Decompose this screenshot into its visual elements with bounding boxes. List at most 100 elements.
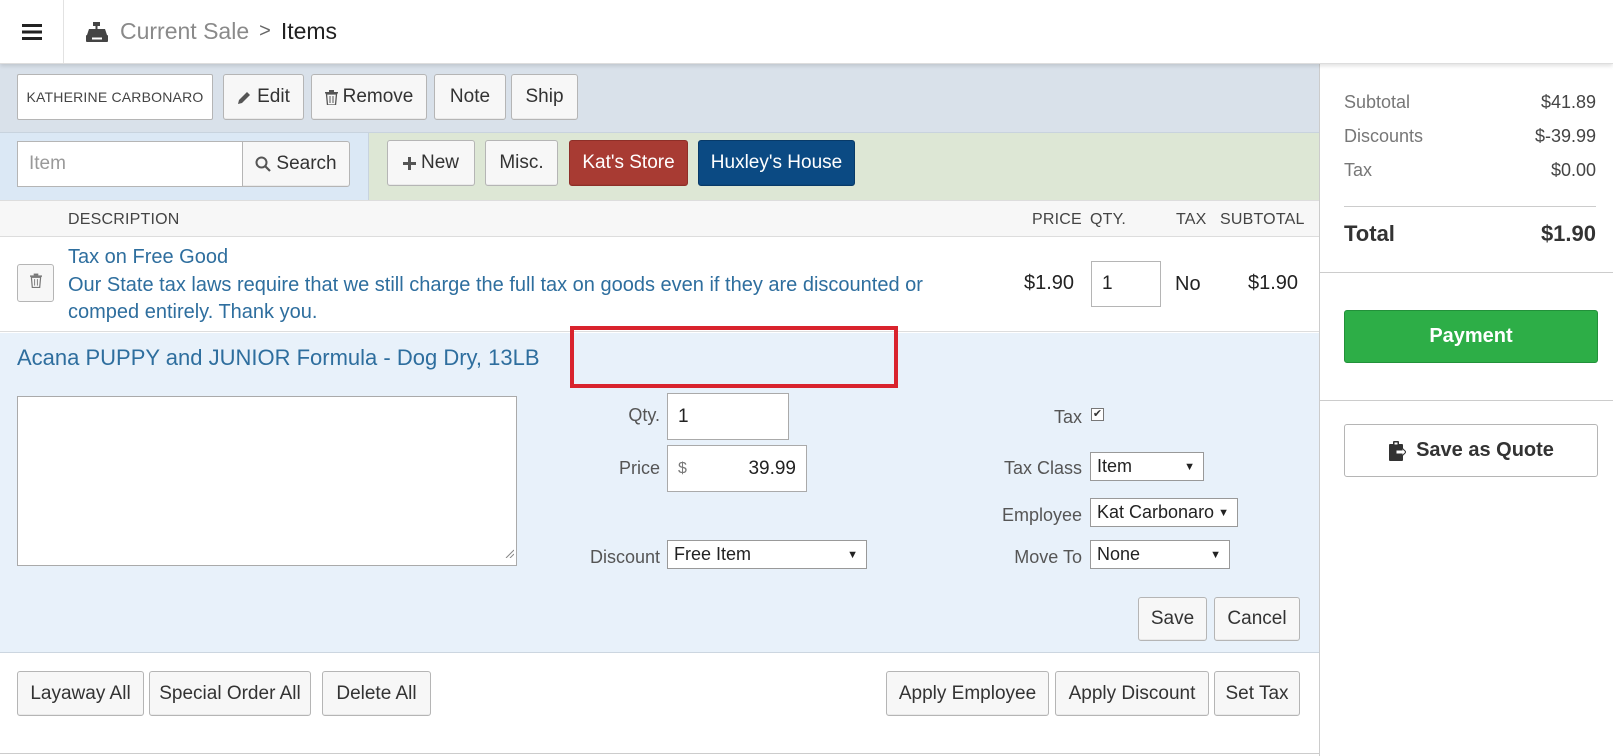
line-item-title[interactable]: Tax on Free Good — [68, 246, 228, 269]
remove-label: Remove — [342, 86, 414, 107]
trash-icon — [324, 89, 338, 105]
customer-bar: KATHERINE CARBONARO Edit Remove Note Shi… — [0, 64, 1319, 132]
total-row: Total $1.90 — [1344, 221, 1596, 247]
qty-input[interactable]: 1 — [667, 393, 789, 440]
clipboard-icon — [1388, 440, 1407, 461]
save-as-quote-button[interactable]: Save as Quote — [1344, 424, 1598, 477]
subtotal-value: $41.89 — [1540, 92, 1596, 112]
search-button[interactable]: Search — [242, 141, 350, 187]
col-qty: QTY. — [1090, 211, 1127, 228]
divider — [1320, 400, 1613, 401]
tax-checkbox[interactable]: ✔ — [1091, 408, 1104, 421]
divider — [1320, 272, 1613, 273]
price-input[interactable]: $ 39.99 — [667, 445, 807, 492]
total-value: $1.90 — [1540, 221, 1596, 246]
discount-select[interactable]: Free Item ▼ — [667, 540, 867, 569]
top-bar: Current Sale > Items — [0, 0, 1613, 64]
customer-name[interactable]: KATHERINE CARBONARO — [17, 74, 213, 120]
edit-label: Edit — [257, 86, 290, 107]
note-button[interactable]: Note — [434, 74, 506, 120]
table-header: DESCRIPTION PRICE QTY. TAX SUBTOTAL — [0, 200, 1319, 237]
discounts-row: Discounts $-39.99 — [1344, 126, 1596, 147]
breadcrumb-separator: > — [259, 20, 271, 42]
breadcrumb: Current Sale > Items — [86, 0, 337, 63]
discount-highlight-box — [570, 326, 898, 388]
price-label: Price — [618, 458, 660, 478]
tax-class-select[interactable]: Item ▼ — [1090, 452, 1204, 481]
breadcrumb-current-sale[interactable]: Current Sale — [120, 18, 249, 45]
item-note-textarea[interactable] — [17, 396, 517, 566]
sale-summary-sidebar: Subtotal $41.89 Discounts $-39.99 Tax $0… — [1319, 64, 1613, 756]
col-subtotal: SUBTOTAL — [1220, 211, 1305, 228]
chevron-down-icon: ▼ — [1218, 506, 1229, 519]
set-tax-button[interactable]: Set Tax — [1214, 671, 1300, 716]
col-description: DESCRIPTION — [68, 211, 180, 228]
special-order-all-button[interactable]: Special Order All — [149, 671, 311, 716]
line-item-qty-input[interactable]: 1 — [1091, 261, 1161, 307]
huxleys-house-button[interactable]: Huxley's House — [698, 140, 855, 186]
hamburger-menu-icon[interactable] — [0, 0, 64, 63]
layaway-all-button[interactable]: Layaway All — [17, 671, 144, 716]
discounts-value: $-39.99 — [1534, 126, 1596, 146]
currency-symbol: $ — [678, 459, 687, 477]
discount-label: Discount — [589, 547, 660, 567]
line-item-description[interactable]: Our State tax laws require that we still… — [68, 272, 988, 326]
pencil-icon — [237, 90, 252, 105]
payment-button[interactable]: Payment — [1344, 310, 1598, 363]
col-tax: TAX — [1176, 211, 1207, 228]
tax-class-value: Item — [1097, 456, 1133, 476]
line-item-price: $1.90 — [1024, 272, 1075, 294]
cash-register-icon — [86, 21, 108, 42]
delete-all-button[interactable]: Delete All — [322, 671, 431, 716]
apply-employee-button[interactable]: Apply Employee — [886, 671, 1049, 716]
tax-summary-value: $0.00 — [1550, 160, 1596, 180]
cancel-button[interactable]: Cancel — [1214, 597, 1300, 641]
chevron-down-icon: ▼ — [1210, 548, 1221, 561]
employee-value: Kat Carbonaro — [1097, 502, 1215, 522]
move-to-select[interactable]: None ▼ — [1090, 540, 1230, 569]
discount-value: Free Item — [674, 544, 752, 564]
ship-button[interactable]: Ship — [511, 74, 578, 120]
col-price: PRICE — [1032, 211, 1082, 228]
save-button[interactable]: Save — [1138, 597, 1207, 641]
discounts-label: Discounts — [1344, 126, 1424, 146]
delete-line-button[interactable] — [17, 264, 54, 302]
line-item-tax: No — [1175, 273, 1201, 295]
main-panel: KATHERINE CARBONARO Edit Remove Note Shi… — [0, 64, 1319, 756]
tax-class-label: Tax Class — [1003, 458, 1082, 478]
save-as-quote-label: Save as Quote — [1416, 439, 1554, 461]
edit-customer-button[interactable]: Edit — [223, 74, 304, 120]
chevron-down-icon: ▼ — [847, 548, 858, 561]
tax-summary-label: Tax — [1344, 160, 1373, 180]
tax-label: Tax — [1053, 407, 1082, 427]
search-label: Search — [276, 153, 337, 174]
misc-button[interactable]: Misc. — [485, 140, 558, 186]
total-label: Total — [1344, 221, 1395, 246]
item-search-input[interactable]: Item — [17, 141, 243, 187]
price-value: 39.99 — [748, 457, 796, 479]
move-to-value: None — [1097, 544, 1141, 564]
move-to-label: Move To — [1014, 547, 1082, 567]
subtotal-label: Subtotal — [1344, 92, 1411, 112]
kats-store-button[interactable]: Kat's Store — [569, 140, 688, 186]
apply-discount-button[interactable]: Apply Discount — [1055, 671, 1209, 716]
new-item-button[interactable]: New — [387, 140, 475, 186]
search-icon — [255, 156, 272, 172]
line-item-subtotal: $1.90 — [1248, 272, 1299, 294]
employee-label: Employee — [1001, 505, 1082, 525]
divider — [1344, 206, 1596, 207]
resize-grip-icon[interactable] — [504, 545, 515, 563]
table-row: Tax on Free Good Our State tax laws requ… — [0, 237, 1319, 332]
bottom-actions-bar: Layaway All Special Order All Delete All… — [0, 654, 1319, 756]
remove-customer-button[interactable]: Remove — [311, 74, 427, 120]
plus-icon — [402, 156, 416, 170]
tax-row: Tax $0.00 — [1344, 160, 1596, 181]
new-label: New — [420, 152, 459, 173]
edit-item-title[interactable]: Acana PUPPY and JUNIOR Formula - Dog Dry… — [17, 345, 540, 371]
employee-select[interactable]: Kat Carbonaro ▼ — [1090, 498, 1238, 527]
qty-label: Qty. — [628, 405, 660, 425]
trash-icon — [29, 273, 42, 293]
subtotal-row: Subtotal $41.89 — [1344, 92, 1596, 113]
chevron-down-icon: ▼ — [1184, 460, 1195, 473]
checkmark-icon: ✔ — [1092, 408, 1103, 420]
